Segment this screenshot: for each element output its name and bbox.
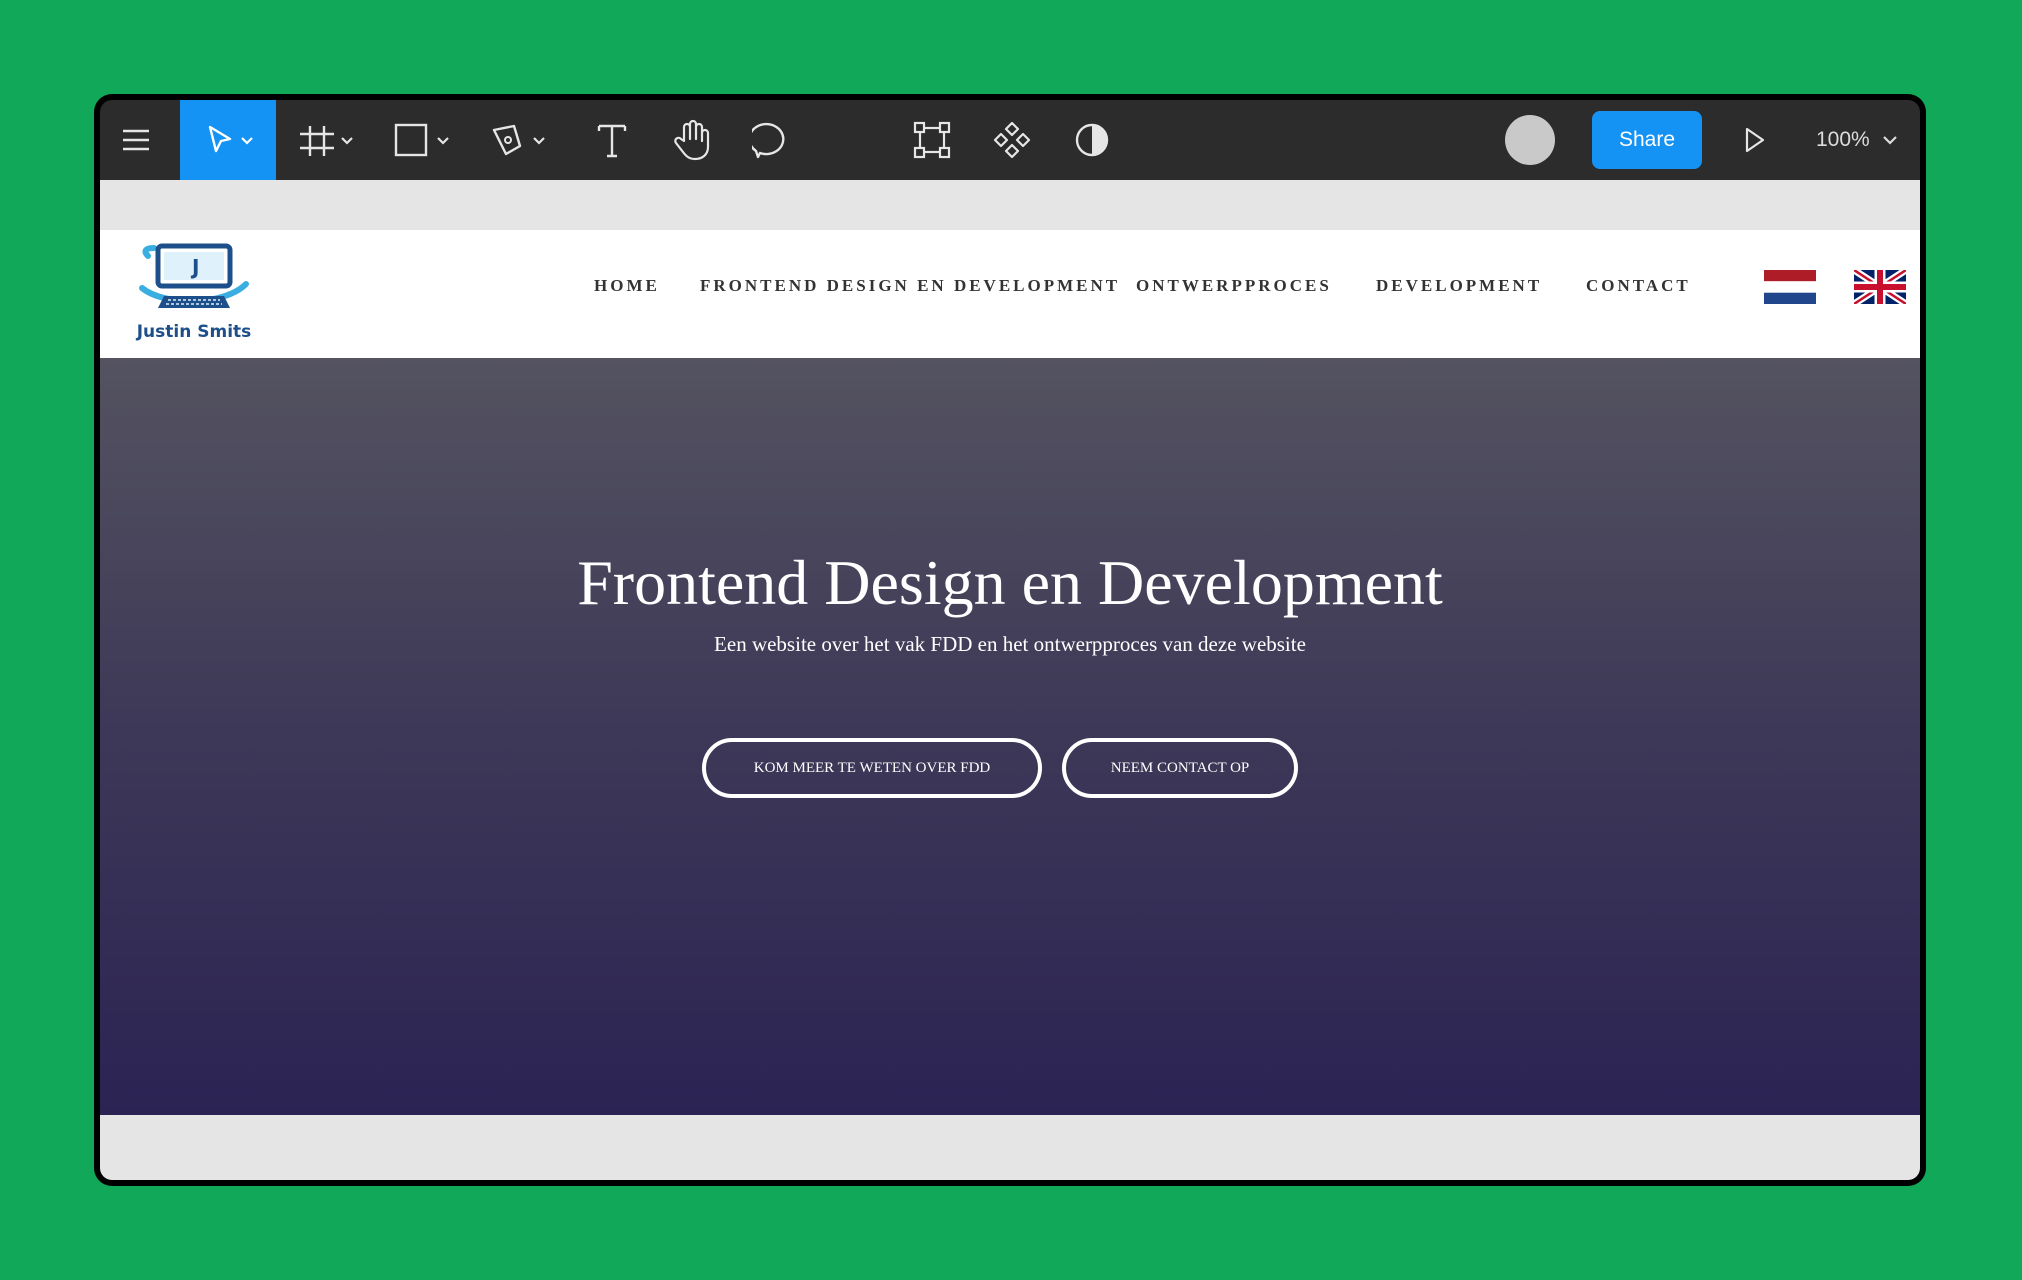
hero-section: Frontend Design en Development Een websi… [100,358,1920,1115]
design-app-window: Share 100% J Justin Smits HOME FRONTEND … [94,94,1926,1186]
menu-icon [123,129,149,151]
rectangle-tool-button[interactable] [382,100,462,180]
contrast-icon [1075,123,1109,157]
zoom-level: 100% [1816,128,1870,151]
rectangle-tool-icon [394,123,449,157]
transform-icon [913,121,951,159]
play-icon [1745,127,1765,153]
site-header: J Justin Smits HOME FRONTEND DESIGN EN D… [100,230,1920,358]
menu-button[interactable] [100,100,172,180]
zoom-dropdown[interactable]: 100% [1816,100,1902,180]
nav-home[interactable]: HOME [594,276,660,296]
present-button[interactable] [1722,100,1786,180]
user-avatar[interactable] [1505,115,1555,165]
frame-tool-button[interactable] [286,100,366,180]
share-button[interactable]: Share [1592,111,1702,169]
svg-text:J: J [190,255,199,279]
learn-more-button[interactable]: KOM MEER TE WETEN OVER FDD [702,738,1042,798]
text-tool-icon [597,124,627,158]
component-icon [993,121,1031,159]
design-canvas[interactable]: J Justin Smits HOME FRONTEND DESIGN EN D… [100,180,1920,1180]
nav-frontend-design[interactable]: FRONTEND DESIGN EN DEVELOPMENT [700,276,1120,296]
frame-tool-icon [300,126,353,156]
toolbar: Share 100% [100,100,1920,180]
nav-contact[interactable]: CONTACT [1586,276,1691,296]
comment-tool-button[interactable] [740,100,804,180]
contact-button[interactable]: NEEM CONTACT OP [1062,738,1298,798]
text-tool-button[interactable] [580,100,644,180]
component-button[interactable] [980,100,1044,180]
nav-development[interactable]: DEVELOPMENT [1376,276,1542,296]
hero-subtitle: Een website over het vak FDD en het ontw… [714,632,1306,656]
hero-title: Frontend Design en Development [577,547,1443,618]
hand-tool-button[interactable] [660,100,724,180]
pen-tool-icon [492,124,545,156]
pen-tool-button[interactable] [478,100,558,180]
computer-logo-icon: J [139,243,249,308]
nav-ontwerpproces[interactable]: ONTWERPPROCES [1136,276,1332,296]
chevron-down-icon [1882,136,1897,145]
transform-button[interactable] [900,100,964,180]
hand-tool-icon [674,119,710,161]
contrast-button[interactable] [1060,100,1124,180]
logo-name: Justin Smits [136,322,252,342]
comment-tool-icon [752,122,785,159]
dutch-flag-icon[interactable] [1764,270,1816,304]
move-tool-icon [208,125,253,153]
site-logo[interactable]: J Justin Smits [134,238,254,350]
move-tool-button[interactable] [180,100,276,180]
uk-flag-icon[interactable] [1854,270,1906,304]
